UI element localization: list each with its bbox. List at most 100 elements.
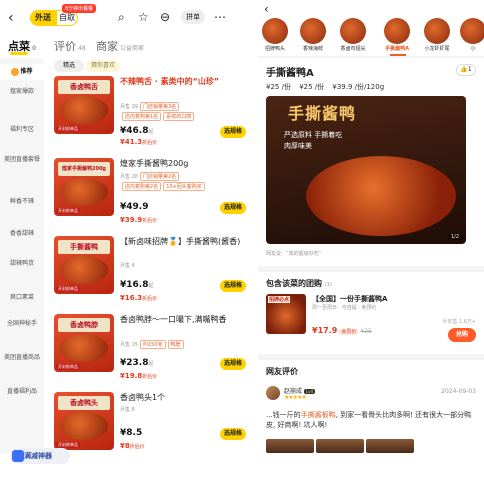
sidebar-item-mystery[interactable]: 全国神秘手 bbox=[0, 320, 44, 328]
tab-reviews[interactable]: 评价 48 bbox=[54, 38, 86, 54]
product-image-title: 香卤鸭舌 bbox=[58, 80, 110, 94]
product-food-shape bbox=[60, 178, 108, 206]
product-image-badge: 开封前单品 bbox=[56, 286, 80, 292]
product-image-badge: 开封前单品 bbox=[56, 364, 80, 370]
product-image[interactable]: 香卤鸭舌 开封前单品 bbox=[54, 76, 114, 134]
group-order-button[interactable]: 拼单 bbox=[181, 10, 205, 24]
group-deal-sales: 半年售 1.6万+ bbox=[442, 319, 476, 325]
product-food-shape bbox=[60, 96, 108, 124]
share-icon[interactable]: ⊖ bbox=[160, 10, 170, 24]
dish-price-row: ¥25 /份 ¥25 /份 ¥39.9 /份/120g bbox=[266, 82, 390, 92]
product-food-shape bbox=[60, 256, 108, 284]
price-option: ¥39.9 /份/120g bbox=[332, 83, 385, 91]
delivery-toggle[interactable]: 外送 bbox=[30, 10, 56, 26]
category-item-active[interactable]: 手撕酱鸭A bbox=[380, 18, 414, 52]
filter-chip-guess[interactable]: 猜你喜欢 bbox=[86, 60, 120, 72]
product-image[interactable]: 手撕酱鸭 开封前单品 bbox=[54, 236, 114, 294]
select-spec-button[interactable]: 选规格 bbox=[220, 280, 246, 292]
category-item[interactable]: 小龙虾虾尾 bbox=[420, 18, 454, 52]
sidebar-item-live-set[interactable]: 美团直播套餐 bbox=[0, 156, 44, 164]
sidebar-item-live-goods[interactable]: 美团直播商品 bbox=[0, 354, 44, 362]
sidebar-item-duck[interactable]: 甜辣鸭货 bbox=[0, 260, 44, 268]
product-price: ¥49.9 bbox=[120, 202, 149, 212]
star-icon[interactable]: ☆ bbox=[138, 10, 149, 24]
product-image[interactable]: 香卤鸭脖 开封前单品 bbox=[54, 314, 114, 372]
product-discount-price: ¥16.3折后价 bbox=[120, 294, 158, 302]
sidebar-item-recommend[interactable]: 推荐 bbox=[0, 64, 44, 80]
category-item[interactable]: 小 bbox=[456, 18, 484, 52]
sidebar-item-welfare[interactable]: 福利专区 bbox=[0, 126, 44, 134]
product-item[interactable]: 手撕酱鸭 开封前单品 【新卤味招牌🏅】手撕酱鸭(酱香) 月售 4 ¥16.8起 … bbox=[54, 236, 250, 312]
group-deal-image[interactable]: 招牌必点 bbox=[266, 294, 306, 334]
dish-category-strip: ‹ 招牌鸭头 香辣海鲜 香卤鸡翅尖 手撕酱鸭A 小龙虾虾尾 小 bbox=[258, 0, 484, 56]
product-image-title: 香卤鸭头 bbox=[58, 396, 110, 410]
sidebar-item-sweet-spicy[interactable]: 香香甜辣 bbox=[0, 230, 44, 238]
category-image bbox=[460, 18, 484, 44]
product-item[interactable]: 香卤鸭舌 开封前单品 不辣鸭舌 · 素类中的“山珍” 月售 39 门店销量第3名 … bbox=[54, 76, 250, 152]
group-deal-name[interactable]: 【全国】一份手撕酱鸭A bbox=[312, 294, 387, 304]
product-item[interactable]: 煌家手撕酱鸭200g 开封前单品 煌家手撕酱鸭200g 月售 28 门店销量第2名… bbox=[54, 158, 250, 234]
discount-helper-icon bbox=[12, 450, 24, 462]
review-photo[interactable] bbox=[366, 439, 414, 453]
product-name: 香卤鸭脖～一口嘬下,满嘴鸭香 bbox=[120, 315, 227, 324]
review-photo[interactable] bbox=[266, 439, 314, 453]
like-button[interactable]: 👍1 bbox=[456, 64, 476, 76]
category-item[interactable]: 香辣海鲜 bbox=[296, 18, 330, 52]
dish-caption: 网友说：“真的超级好吃” bbox=[266, 251, 322, 257]
category-item[interactable]: 香卤鸡翅尖 bbox=[336, 18, 370, 52]
product-tags: 店内复购第1名 喜欢的口感 bbox=[120, 112, 195, 121]
product-name: 【新卤味招牌🏅】手撕酱鸭(酱香) bbox=[120, 237, 241, 246]
sidebar-item-veg[interactable]: 爽口素菜 bbox=[0, 294, 44, 302]
store-menu-panel: ‹ 外送 自取 8分钟出餐餐 ⌕ ☆ ⊖ 拼单 ⋯ 点菜 0 评价 48 商家 公益商… bbox=[0, 0, 253, 477]
category-item[interactable]: 招牌鸭头 bbox=[258, 18, 292, 52]
reviews-section: 网友评价 赵崩成 Lv4 ★★★★★ 2024-09-03 ...钱一斤的手撕酱板… bbox=[258, 360, 484, 477]
back-arrow-icon[interactable]: ‹ bbox=[8, 10, 14, 26]
avatar[interactable] bbox=[266, 386, 280, 400]
review-date: 2024-09-03 bbox=[441, 388, 476, 395]
select-spec-button[interactable]: 选规格 bbox=[220, 358, 246, 370]
select-spec-button[interactable]: 选规格 bbox=[220, 202, 246, 214]
reviews-title: 网友评价 bbox=[266, 367, 298, 376]
more-icon[interactable]: ⋯ bbox=[214, 10, 226, 24]
dish-detail-card: 手撕酱鸭A 👍1 ¥25 /份 ¥25 /份 ¥39.9 /份/120g 手撕酱… bbox=[258, 58, 484, 266]
product-item[interactable]: 香卤鸭头 开封前单品 香卤鸭头1个 月售 8 ¥8.5 ¥8折后价 选规格 bbox=[54, 392, 250, 468]
sidebar-item-hot[interactable]: 煌家爆款 bbox=[0, 88, 44, 96]
group-deal-meta: 周一至周日 · 可自提 · 免预约 bbox=[312, 305, 377, 311]
product-price: ¥46.8起 bbox=[120, 126, 154, 136]
product-sales: 月售 8 bbox=[120, 407, 135, 413]
product-image[interactable]: 香卤鸭头 开封前单品 bbox=[54, 392, 114, 450]
sidebar-item-mild[interactable]: 鲜香不辣 bbox=[0, 198, 44, 206]
category-active-indicator bbox=[390, 54, 406, 56]
hero-food-shape bbox=[306, 156, 456, 236]
product-item[interactable]: 香卤鸭脖 开封前单品 香卤鸭脖～一口嘬下,满嘴鸭香 月售 15 约150克 鸭脖 ¥… bbox=[54, 314, 250, 390]
select-spec-button[interactable]: 选规格 bbox=[220, 428, 246, 440]
category-image bbox=[300, 18, 326, 44]
dish-title: 手撕酱鸭A bbox=[266, 68, 314, 79]
category-image bbox=[340, 18, 366, 44]
review-photo[interactable] bbox=[316, 439, 364, 453]
sidebar-item-live-welfare[interactable]: 直播福利品 bbox=[0, 388, 44, 396]
product-price: ¥16.8起 bbox=[120, 280, 154, 290]
product-image[interactable]: 煌家手撕酱鸭200g 开封前单品 bbox=[54, 158, 114, 216]
product-sales: 月售 4 bbox=[120, 263, 135, 269]
review-text: ...钱一斤的手撕酱板鸭, 到家一看骨头比肉多啊! 还有很大一部分鸭皮, 好商啊… bbox=[266, 411, 472, 429]
dish-detail-panel: ‹ 招牌鸭头 香辣海鲜 香卤鸡翅尖 手撕酱鸭A 小龙虾虾尾 小 手撕酱鸭A 👍1… bbox=[258, 0, 484, 477]
store-top-bar: ‹ 外送 自取 8分钟出餐餐 ⌕ ☆ ⊖ 拼单 ⋯ bbox=[0, 0, 253, 34]
filter-chip-selected[interactable]: 精选 bbox=[54, 60, 84, 72]
product-price: ¥23.8起 bbox=[120, 358, 154, 368]
category-image bbox=[262, 18, 288, 44]
back-arrow-icon[interactable]: ‹ bbox=[264, 2, 269, 16]
product-food-shape bbox=[60, 334, 108, 362]
product-sales: 月售 28 门店销量第2名 bbox=[120, 172, 180, 181]
group-deal-image-label: 招牌必点 bbox=[268, 296, 291, 303]
product-sales: 月售 39 门店销量第3名 bbox=[120, 102, 180, 111]
search-icon[interactable]: ⌕ bbox=[118, 10, 125, 25]
product-discount-price: ¥39.9折后价 bbox=[120, 216, 158, 224]
dish-hero-image[interactable]: 手撕酱鸭 严选原料 手撕着吃 肉厚味美 1/2 bbox=[266, 96, 466, 244]
tab-merchant[interactable]: 商家 公益商家 bbox=[96, 38, 144, 54]
buy-button[interactable]: 抢购 bbox=[448, 328, 476, 342]
select-spec-button[interactable]: 选规格 bbox=[220, 126, 246, 138]
product-image-title: 手撕酱鸭 bbox=[58, 240, 110, 254]
discount-helper-button[interactable]: 满减神器 bbox=[10, 448, 70, 464]
category-image bbox=[384, 18, 410, 44]
